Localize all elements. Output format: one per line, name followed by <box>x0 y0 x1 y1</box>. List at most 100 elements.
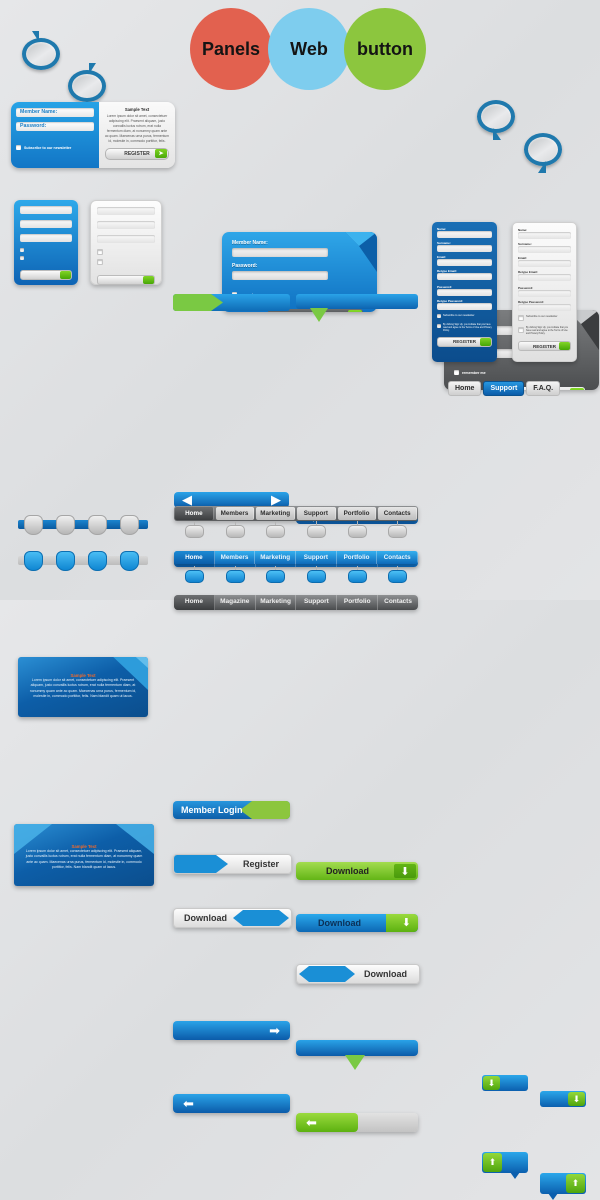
name-input[interactable] <box>518 232 571 239</box>
nav-item-home[interactable]: Home <box>175 507 214 520</box>
retype-email-input[interactable] <box>518 274 571 281</box>
arrow-right-icon[interactable]: ▶ <box>271 493 281 506</box>
nav-item-contacts[interactable]: Contacts <box>377 551 418 564</box>
tab-home[interactable]: Home <box>448 381 482 396</box>
nav-item-contacts[interactable]: Contacts <box>378 507 418 520</box>
password-input[interactable] <box>518 290 571 297</box>
dropdown-pill-slot[interactable] <box>296 566 337 583</box>
remember-me-checkbox[interactable] <box>454 370 459 376</box>
arrow-bubble-up-right[interactable]: ⬆ <box>540 1173 586 1200</box>
dropdown-pill[interactable] <box>184 525 204 538</box>
dropdown-pill-slot[interactable] <box>255 566 296 583</box>
tab-shape[interactable] <box>88 515 107 535</box>
nav-item-marketing[interactable]: Marketing <box>256 507 296 520</box>
nav-item-marketing[interactable]: Marketing <box>256 595 297 610</box>
password-field[interactable]: Password: <box>16 122 94 131</box>
register-button-light[interactable]: Register <box>173 854 292 874</box>
newsletter-checkbox[interactable] <box>518 315 524 321</box>
retype-password-input[interactable] <box>437 303 492 310</box>
nav-item-contacts[interactable]: Contacts <box>378 595 418 610</box>
dropdown-pill[interactable] <box>306 525 326 538</box>
tab-shape[interactable] <box>24 515 43 535</box>
form-checkbox[interactable] <box>97 249 103 255</box>
dropdown-pill-slot[interactable] <box>377 521 418 538</box>
dropdown-pill-slot[interactable] <box>215 566 256 583</box>
form-input[interactable] <box>20 234 72 242</box>
tab-shape[interactable] <box>120 515 139 535</box>
form-input[interactable] <box>97 221 155 229</box>
tab-shape[interactable] <box>120 551 139 571</box>
download-button-hex-left[interactable]: Download <box>296 964 420 984</box>
nav-item-support[interactable]: Support <box>296 551 337 564</box>
tab-shape[interactable] <box>88 551 107 571</box>
download-button-light[interactable]: Download <box>173 908 292 928</box>
surname-input[interactable] <box>518 246 571 253</box>
arrow-bar-plain[interactable] <box>296 1040 418 1070</box>
chevron-bar-green-blue[interactable] <box>173 294 290 311</box>
dropdown-pill[interactable] <box>266 570 286 583</box>
dropdown-pill-slot[interactable] <box>377 566 418 583</box>
nav-item-support[interactable]: Support <box>296 595 338 610</box>
form-input[interactable] <box>97 235 155 243</box>
nav-item-marketing[interactable]: Marketing <box>255 551 297 564</box>
dropdown-pill[interactable] <box>347 570 367 583</box>
dropdown-pill-slot[interactable] <box>296 521 337 538</box>
form-submit-button[interactable] <box>97 275 155 285</box>
member-login-button[interactable]: Member Login <box>173 801 290 819</box>
newsletter-checkbox[interactable] <box>437 314 441 318</box>
email-input[interactable] <box>437 259 492 266</box>
dropdown-pill-slot[interactable] <box>337 521 378 538</box>
nav-item-portfolio[interactable]: Portfolio <box>337 551 378 564</box>
dropdown-pill[interactable] <box>266 525 286 538</box>
email-input[interactable] <box>518 260 571 267</box>
nav-item-support[interactable]: Support <box>297 507 336 520</box>
download-button-green[interactable]: Download ⬇ <box>296 862 418 880</box>
form-submit-button[interactable] <box>20 270 72 280</box>
arrow-bubble-up-left[interactable]: ⬆ <box>482 1152 528 1179</box>
form-input[interactable] <box>20 206 72 214</box>
arrow-bar-green-grey[interactable]: ⬅ <box>296 1113 418 1132</box>
dropdown-pill[interactable] <box>225 570 245 583</box>
password-input[interactable] <box>232 271 328 280</box>
tab-support[interactable]: Support <box>483 381 525 396</box>
form-checkbox[interactable] <box>97 259 103 265</box>
arrow-bar-left[interactable]: ⬅ <box>173 1094 290 1113</box>
retype-password-input[interactable] <box>518 304 571 311</box>
download-button-blue-green[interactable]: Download ⬇ <box>296 914 418 932</box>
nav-item-portfolio[interactable]: Portfolio <box>337 595 379 610</box>
nav-item-home[interactable]: Home <box>174 595 215 610</box>
dropdown-pill-slot[interactable] <box>255 521 296 538</box>
nav-item-members[interactable]: Members <box>215 551 256 564</box>
form-input[interactable] <box>97 207 155 215</box>
speech-bubble-top-left-2[interactable] <box>68 63 106 102</box>
surname-input[interactable] <box>437 245 492 252</box>
register-button[interactable]: REGISTER ➤ <box>105 147 169 160</box>
retype-email-input[interactable] <box>437 273 492 280</box>
dropdown-pill-slot[interactable] <box>215 521 256 538</box>
register-submit-button[interactable]: REGISTER <box>437 336 492 347</box>
form-input[interactable] <box>20 220 72 228</box>
dropdown-pill-slot[interactable] <box>337 566 378 583</box>
tab-shape[interactable] <box>24 551 43 571</box>
dropdown-pill-slot[interactable] <box>174 521 215 538</box>
dropdown-pill[interactable] <box>225 525 245 538</box>
form-checkbox[interactable] <box>20 256 24 260</box>
dropdown-pill[interactable] <box>184 570 204 583</box>
tab-faq[interactable]: F.A.Q. <box>526 381 561 396</box>
arrow-button-down-left[interactable]: ⬇ <box>482 1075 528 1091</box>
name-input[interactable] <box>437 231 492 238</box>
nav-item-magazine[interactable]: Magazine <box>215 595 256 610</box>
dropdown-pill[interactable] <box>347 525 367 538</box>
nav-item-members[interactable]: Members <box>215 507 255 520</box>
arrow-button-down-right[interactable]: ⬇ <box>540 1091 586 1107</box>
speech-bubble-top-right-2[interactable] <box>524 133 562 173</box>
nav-item-portfolio[interactable]: Portfolio <box>337 507 377 520</box>
nav-item-home[interactable]: Home <box>174 551 215 564</box>
newsletter-checkbox[interactable] <box>16 145 21 151</box>
dropdown-pill[interactable] <box>388 525 408 538</box>
blue-bar-with-triangle[interactable] <box>296 294 418 322</box>
terms-checkbox[interactable] <box>518 327 524 333</box>
member-name-input[interactable] <box>232 248 328 257</box>
arrow-left-icon[interactable]: ◀ <box>182 493 192 506</box>
arrow-bar-right[interactable]: ➡ <box>173 1021 290 1040</box>
